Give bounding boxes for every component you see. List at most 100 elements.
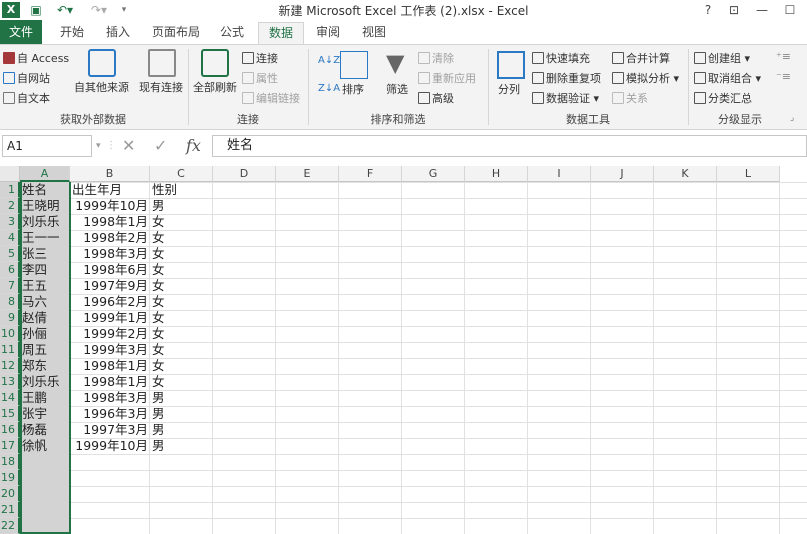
cell-b14[interactable]: 1998年3月 bbox=[70, 390, 150, 406]
row-header-8[interactable]: 8 bbox=[0, 294, 20, 310]
column-header-b[interactable]: B bbox=[70, 166, 150, 182]
name-box[interactable]: A1 bbox=[2, 135, 92, 157]
advanced-filter-button[interactable]: 高级 bbox=[418, 90, 454, 106]
what-if-button[interactable]: 模拟分析 ▾ bbox=[612, 70, 679, 86]
tab-home[interactable]: 开始 bbox=[54, 22, 90, 44]
clear-filter-button[interactable]: 清除 bbox=[418, 50, 454, 66]
cell-b17[interactable]: 1999年10月 bbox=[70, 438, 150, 454]
row-header-13[interactable]: 13 bbox=[0, 374, 20, 390]
hide-detail-icon[interactable]: ⁻≡ bbox=[776, 70, 791, 83]
sort-az-icon[interactable]: A↓Z bbox=[318, 55, 340, 66]
cell-c14[interactable]: 男 bbox=[150, 390, 213, 406]
filter-button[interactable]: 筛选 bbox=[386, 81, 408, 97]
cell-c17[interactable]: 男 bbox=[150, 438, 213, 454]
row-header-1[interactable]: 1 bbox=[0, 182, 20, 198]
existing-connections-button[interactable]: 现有连接 bbox=[139, 79, 183, 95]
row-header-3[interactable]: 3 bbox=[0, 214, 20, 230]
worksheet-grid[interactable]: ABCDEFGHIJKL 1 2 3 4 5 6 7 8 9 10 11 12 13 14 15 16 17 18… bbox=[0, 166, 807, 534]
cell-b12[interactable]: 1998年1月 bbox=[70, 358, 150, 374]
edit-links-button[interactable]: 编辑链接 bbox=[242, 90, 300, 106]
flash-fill-button[interactable]: 快速填充 bbox=[532, 50, 590, 66]
cancel-icon[interactable]: ✕ bbox=[122, 136, 135, 156]
row-header-2[interactable]: 2 bbox=[0, 198, 20, 214]
cell-b15[interactable]: 1996年3月 bbox=[70, 406, 150, 422]
cell-b2[interactable]: 1999年10月 bbox=[70, 198, 150, 214]
row-header-4[interactable]: 4 bbox=[0, 230, 20, 246]
minimize-button[interactable]: — bbox=[752, 1, 772, 19]
row-header-7[interactable]: 7 bbox=[0, 278, 20, 294]
column-header-j[interactable]: J bbox=[591, 166, 654, 182]
cell-b1[interactable]: 出生年月 bbox=[70, 182, 150, 198]
row-header-18[interactable]: 18 bbox=[0, 454, 20, 470]
row-header-19[interactable]: 19 bbox=[0, 470, 20, 486]
cell-b5[interactable]: 1998年3月 bbox=[70, 246, 150, 262]
from-access-button[interactable]: 自 Access bbox=[3, 50, 69, 66]
tab-file[interactable]: 文件 bbox=[0, 20, 42, 44]
column-header-f[interactable]: F bbox=[339, 166, 402, 182]
cell-b10[interactable]: 1999年2月 bbox=[70, 326, 150, 342]
cell-area[interactable]: 姓名 出生年月 性别 王晓明 1999年10月男刘乐乐 1998年1月女王一一 1998年2… bbox=[20, 182, 807, 534]
row-header-16[interactable]: 16 bbox=[0, 422, 20, 438]
reapply-button[interactable]: 重新应用 bbox=[418, 70, 476, 86]
row-header-14[interactable]: 14 bbox=[0, 390, 20, 406]
column-header-a[interactable]: A bbox=[20, 166, 70, 182]
column-header-g[interactable]: G bbox=[402, 166, 465, 182]
column-header-h[interactable]: H bbox=[465, 166, 528, 182]
row-header-12[interactable]: 12 bbox=[0, 358, 20, 374]
outline-dialog-launcher-icon[interactable]: ⌟ bbox=[790, 113, 794, 123]
tab-page-layout[interactable]: 页面布局 bbox=[148, 22, 204, 44]
cell-b8[interactable]: 1996年2月 bbox=[70, 294, 150, 310]
tab-view[interactable]: 视图 bbox=[356, 22, 392, 44]
tab-review[interactable]: 审阅 bbox=[310, 22, 346, 44]
row-header-11[interactable]: 11 bbox=[0, 342, 20, 358]
cell-b9[interactable]: 1999年1月 bbox=[70, 310, 150, 326]
tab-formulas[interactable]: 公式 bbox=[212, 22, 252, 44]
column-header-e[interactable]: E bbox=[276, 166, 339, 182]
cell-c9[interactable]: 女 bbox=[150, 310, 213, 326]
ribbon-display-button[interactable]: ⊡ bbox=[724, 1, 744, 19]
cell-c4[interactable]: 女 bbox=[150, 230, 213, 246]
row-header-5[interactable]: 5 bbox=[0, 246, 20, 262]
row-header-9[interactable]: 9 bbox=[0, 310, 20, 326]
column-header-k[interactable]: K bbox=[654, 166, 717, 182]
subtotal-button[interactable]: 分类汇总 bbox=[694, 90, 752, 106]
tab-data[interactable]: 数据 bbox=[258, 22, 304, 44]
from-web-button[interactable]: 自网站 bbox=[3, 70, 50, 86]
show-detail-icon[interactable]: ⁺≡ bbox=[776, 50, 791, 63]
remove-duplicates-button[interactable]: 删除重复项 bbox=[532, 70, 601, 86]
name-box-dropdown-icon[interactable]: ▾ bbox=[96, 136, 101, 156]
cell-c1[interactable]: 性别 bbox=[150, 182, 213, 198]
cell-c6[interactable]: 女 bbox=[150, 262, 213, 278]
maximize-button[interactable]: ☐ bbox=[780, 1, 800, 19]
cell-b16[interactable]: 1997年3月 bbox=[70, 422, 150, 438]
cell-b3[interactable]: 1998年1月 bbox=[70, 214, 150, 230]
cell-c8[interactable]: 女 bbox=[150, 294, 213, 310]
row-header-10[interactable]: 10 bbox=[0, 326, 20, 342]
properties-button[interactable]: 属性 bbox=[242, 70, 278, 86]
connections-button[interactable]: 连接 bbox=[242, 50, 278, 66]
formula-input[interactable]: 姓名 bbox=[212, 135, 807, 157]
cell-b13[interactable]: 1998年1月 bbox=[70, 374, 150, 390]
relationships-button[interactable]: 关系 bbox=[612, 90, 648, 106]
cell-c16[interactable]: 男 bbox=[150, 422, 213, 438]
cell-c10[interactable]: 女 bbox=[150, 326, 213, 342]
cell-c5[interactable]: 女 bbox=[150, 246, 213, 262]
cell-b6[interactable]: 1998年6月 bbox=[70, 262, 150, 278]
group-button[interactable]: 创建组 ▾ bbox=[694, 50, 750, 66]
help-button[interactable]: ? bbox=[698, 1, 718, 19]
cell-b4[interactable]: 1998年2月 bbox=[70, 230, 150, 246]
column-header-l[interactable]: L bbox=[717, 166, 780, 182]
tab-insert[interactable]: 插入 bbox=[100, 22, 136, 44]
data-validation-button[interactable]: 数据验证 ▾ bbox=[532, 90, 599, 106]
cell-c3[interactable]: 女 bbox=[150, 214, 213, 230]
cell-c12[interactable]: 女 bbox=[150, 358, 213, 374]
cell-c2[interactable]: 男 bbox=[150, 198, 213, 214]
row-header-6[interactable]: 6 bbox=[0, 262, 20, 278]
row-header-20[interactable]: 20 bbox=[0, 486, 20, 502]
select-all-corner[interactable] bbox=[0, 166, 20, 182]
from-text-button[interactable]: 自文本 bbox=[3, 90, 50, 106]
column-header-d[interactable]: D bbox=[213, 166, 276, 182]
refresh-all-button[interactable]: 全部刷新 bbox=[193, 79, 237, 95]
row-header-17[interactable]: 17 bbox=[0, 438, 20, 454]
cell-b11[interactable]: 1999年3月 bbox=[70, 342, 150, 358]
